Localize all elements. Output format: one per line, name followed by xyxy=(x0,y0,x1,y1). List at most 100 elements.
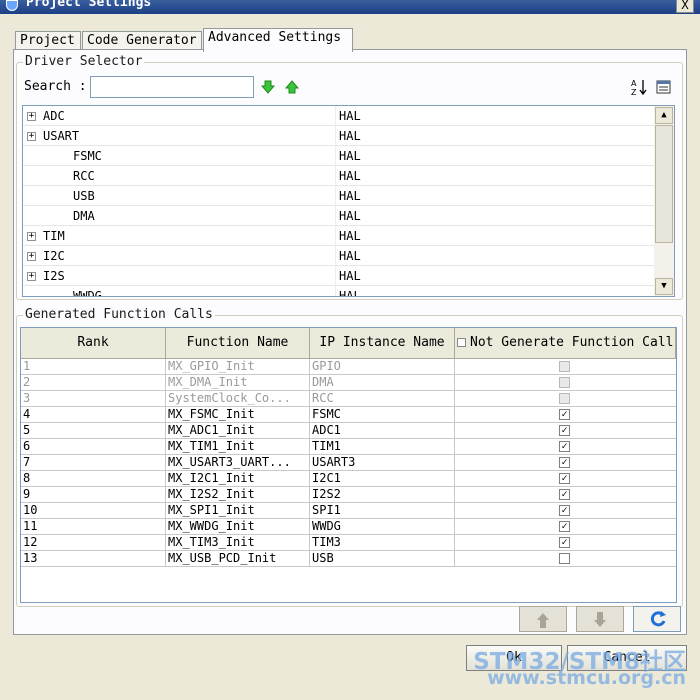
ip-instance-cell: RCC xyxy=(310,391,455,406)
not-generate-checkbox[interactable]: ✓ xyxy=(559,409,570,420)
function-name-header[interactable]: Function Name xyxy=(166,328,310,359)
not-generate-cell xyxy=(455,551,676,566)
scroll-down-icon[interactable]: ▼ xyxy=(655,278,673,295)
driver-tree: + ADC HAL + USART HAL FSMC HAL RCC HAL U… xyxy=(22,105,675,297)
search-label: Search : xyxy=(24,79,87,94)
tree-row-i2c[interactable]: + I2C HAL xyxy=(23,246,655,266)
function-name-cell: MX_I2S2_Init xyxy=(166,487,310,502)
close-button[interactable]: X xyxy=(676,0,694,13)
rank-header[interactable]: Rank xyxy=(21,328,166,359)
function-name-cell: MX_I2C1_Init xyxy=(166,471,310,486)
table-row[interactable]: 3 SystemClock_Co... RCC xyxy=(21,391,676,407)
scroll-up-icon[interactable]: ▲ xyxy=(655,107,673,124)
not-generate-cell: ✓ xyxy=(455,535,676,550)
not-generate-checkbox[interactable]: ✓ xyxy=(559,457,570,468)
watermark-line-2: www.stmcu.org.cn xyxy=(487,667,686,689)
driver-type[interactable]: HAL xyxy=(339,106,361,126)
not-generate-cell: ✓ xyxy=(455,503,676,518)
ip-instance-cell: USB xyxy=(310,551,455,566)
expand-icon[interactable]: + xyxy=(27,112,36,121)
table-row[interactable]: 5 MX_ADC1_Init ADC1 ✓ xyxy=(21,423,676,439)
tab-project[interactable]: Project xyxy=(15,31,81,51)
up-arrow-icon xyxy=(537,613,549,628)
not-generate-cell xyxy=(455,375,676,390)
not-generate-cell: ✓ xyxy=(455,423,676,438)
tree-row-adc[interactable]: + ADC HAL xyxy=(23,106,655,126)
table-row[interactable]: 8 MX_I2C1_Init I2C1 ✓ xyxy=(21,471,676,487)
title-bar: Project Settings X xyxy=(0,0,700,14)
select-all-checkbox[interactable] xyxy=(457,338,466,347)
scroll-thumb[interactable] xyxy=(655,125,673,243)
not-generate-checkbox[interactable]: ✓ xyxy=(559,441,570,452)
not-generate-checkbox[interactable]: ✓ xyxy=(559,489,570,500)
table-row[interactable]: 13 MX_USB_PCD_Init USB xyxy=(21,551,676,567)
window-title: Project Settings xyxy=(26,0,152,10)
table-row[interactable]: 7 MX_USART3_UART... USART3 ✓ xyxy=(21,455,676,471)
driver-type[interactable]: HAL xyxy=(339,206,361,226)
sort-az-icon[interactable]: A Z xyxy=(630,78,648,96)
expand-icon[interactable]: + xyxy=(27,252,36,261)
not-generate-checkbox[interactable]: ✓ xyxy=(559,473,570,484)
table-row[interactable]: 1 MX_GPIO_Init GPIO xyxy=(21,359,676,375)
ip-instance-header[interactable]: IP Instance Name xyxy=(310,328,455,359)
ip-instance-cell: SPI1 xyxy=(310,503,455,518)
app-shield-icon xyxy=(6,0,18,11)
not-generate-checkbox[interactable]: ✓ xyxy=(559,505,570,516)
move-down-button[interactable] xyxy=(576,606,624,632)
ip-instance-cell: WWDG xyxy=(310,519,455,534)
table-row[interactable]: 9 MX_I2S2_Init I2S2 ✓ xyxy=(21,487,676,503)
table-row[interactable]: 2 MX_DMA_Init DMA xyxy=(21,375,676,391)
tab-code-generator[interactable]: Code Generator xyxy=(82,31,202,51)
not-generate-checkbox[interactable]: ✓ xyxy=(559,425,570,436)
tree-row-rcc[interactable]: RCC HAL xyxy=(23,166,655,186)
tab-advanced-settings[interactable]: Advanced Settings xyxy=(203,28,353,52)
function-name-cell: MX_GPIO_Init xyxy=(166,359,310,374)
table-row[interactable]: 6 MX_TIM1_Init TIM1 ✓ xyxy=(21,439,676,455)
rank-cell: 8 xyxy=(21,471,166,486)
driver-type[interactable]: HAL xyxy=(339,226,361,246)
move-up-button[interactable] xyxy=(519,606,567,632)
table-row[interactable]: 12 MX_TIM3_Init TIM3 ✓ xyxy=(21,535,676,551)
not-generate-checkbox[interactable]: ✓ xyxy=(559,521,570,532)
function-name-cell: SystemClock_Co... xyxy=(166,391,310,406)
driver-type[interactable]: HAL xyxy=(339,126,361,146)
function-name-cell: MX_USB_PCD_Init xyxy=(166,551,310,566)
tree-row-wwdg[interactable]: WWDG HAL xyxy=(23,286,655,296)
generated-calls-title: Generated Function Calls xyxy=(23,307,215,322)
green-down-arrow-icon[interactable] xyxy=(261,80,275,94)
not-generate-cell xyxy=(455,359,676,374)
tree-row-fsmc[interactable]: FSMC HAL xyxy=(23,146,655,166)
search-input[interactable] xyxy=(90,76,254,98)
tree-row-usb[interactable]: USB HAL xyxy=(23,186,655,206)
expand-icon[interactable]: + xyxy=(27,272,36,281)
function-name-cell: MX_SPI1_Init xyxy=(166,503,310,518)
rank-cell: 5 xyxy=(21,423,166,438)
driver-type[interactable]: HAL xyxy=(339,146,361,166)
tree-scrollbar[interactable]: ▲ ▼ xyxy=(654,106,674,296)
table-row[interactable]: 11 MX_WWDG_Init WWDG ✓ xyxy=(21,519,676,535)
tree-row-i2s[interactable]: + I2S HAL xyxy=(23,266,655,286)
function-name-cell: MX_ADC1_Init xyxy=(166,423,310,438)
driver-type[interactable]: HAL xyxy=(339,286,361,296)
not-generate-header[interactable]: Not Generate Function Call xyxy=(455,328,676,359)
driver-type[interactable]: HAL xyxy=(339,186,361,206)
not-generate-checkbox[interactable] xyxy=(559,553,570,564)
table-row[interactable]: 4 MX_FSMC_Init FSMC ✓ xyxy=(21,407,676,423)
refresh-button[interactable] xyxy=(633,606,681,632)
rank-cell: 10 xyxy=(21,503,166,518)
ip-instance-cell: GPIO xyxy=(310,359,455,374)
tree-row-dma[interactable]: DMA HAL xyxy=(23,206,655,226)
expand-icon[interactable]: + xyxy=(27,132,36,141)
driver-type[interactable]: HAL xyxy=(339,166,361,186)
not-generate-checkbox[interactable]: ✓ xyxy=(559,537,570,548)
expand-icon[interactable]: + xyxy=(27,232,36,241)
table-row[interactable]: 10 MX_SPI1_Init SPI1 ✓ xyxy=(21,503,676,519)
function-name-cell: MX_FSMC_Init xyxy=(166,407,310,422)
not-generate-cell: ✓ xyxy=(455,407,676,422)
list-view-icon[interactable] xyxy=(655,78,673,96)
driver-type[interactable]: HAL xyxy=(339,246,361,266)
green-up-arrow-icon[interactable] xyxy=(285,80,299,94)
tree-row-tim[interactable]: + TIM HAL xyxy=(23,226,655,246)
tree-row-usart[interactable]: + USART HAL xyxy=(23,126,655,146)
driver-type[interactable]: HAL xyxy=(339,266,361,286)
